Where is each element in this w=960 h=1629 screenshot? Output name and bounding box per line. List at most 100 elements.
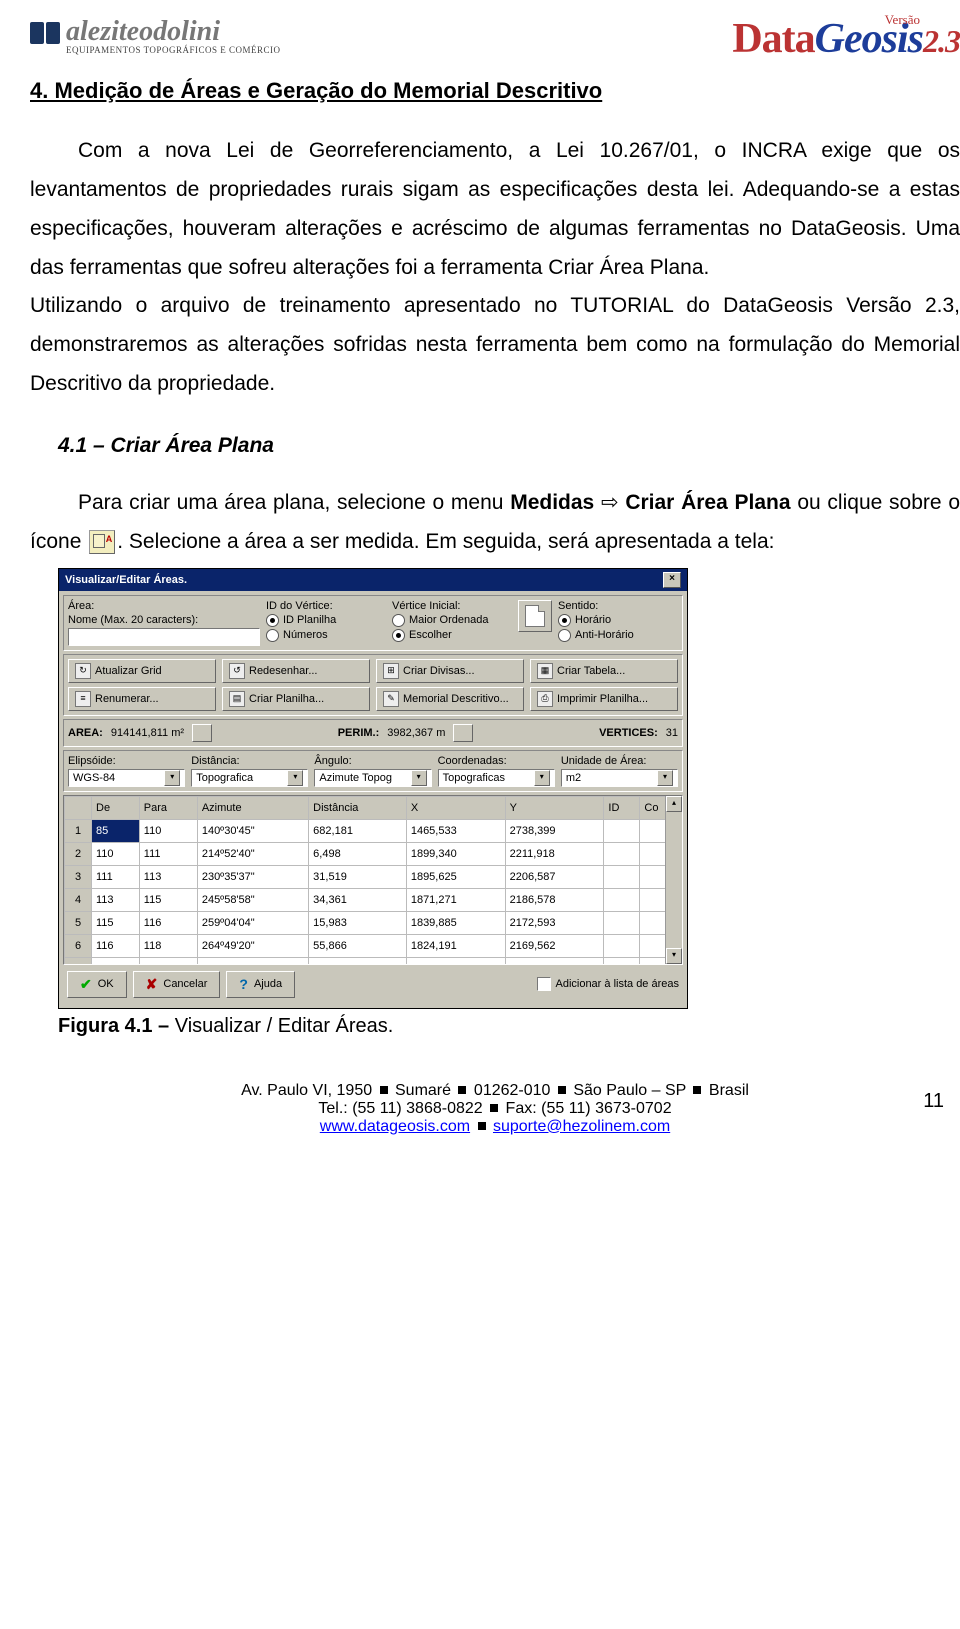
page-header: aleziteodolini EQUIPAMENTOS TOPOGRÁFICOS… — [30, 18, 960, 60]
col-header-azimute[interactable]: Azimute — [197, 796, 308, 819]
perim-stat-label: PERIM.: — [338, 727, 380, 739]
check-icon: ✔ — [80, 976, 92, 993]
vertices-stat-label: VERTICES: — [599, 727, 658, 739]
document-button[interactable] — [518, 600, 552, 632]
col-header-y[interactable]: Y — [505, 796, 604, 819]
chevron-down-icon: ▾ — [411, 770, 427, 786]
criar-planilha-button[interactable]: ▤Criar Planilha... — [222, 687, 370, 711]
paragraph-2: Utilizando o arquivo de treinamento apre… — [30, 287, 960, 404]
data-grid[interactable]: DeParaAzimuteDistânciaXYIDCo185110140º30… — [63, 795, 683, 965]
page-footer: Av. Paulo VI, 1950 Sumaré 01262-010 São … — [30, 1082, 960, 1136]
imprimir-button[interactable]: ⎙Imprimir Planilha... — [530, 687, 678, 711]
logo-icon — [30, 18, 60, 44]
radio-id-planilha[interactable]: ID Planilha — [266, 614, 386, 627]
area-stat-value: 914141,811 m² — [111, 727, 184, 739]
row-header[interactable] — [65, 796, 92, 819]
x-icon: ✘ — [146, 976, 158, 993]
copy-area-button[interactable] — [192, 724, 212, 742]
scroll-down-button[interactable]: ▾ — [666, 948, 682, 964]
radio-horario[interactable]: Horário — [558, 614, 678, 627]
table-row[interactable]: 185110140º30'45"682,1811465,5332738,399 — [65, 819, 682, 842]
area-label: Área: — [68, 600, 260, 612]
copy-perim-button[interactable] — [453, 724, 473, 742]
perim-stat-value: 3982,367 m — [387, 727, 445, 739]
coordenadas-label: Coordenadas: — [438, 755, 555, 767]
vertice-inicial-label: Vértice Inicial: — [392, 600, 512, 612]
checkbox-icon — [537, 977, 551, 991]
nome-input[interactable] — [68, 628, 260, 646]
chevron-down-icon: ▾ — [657, 770, 673, 786]
product-logo: Versão DataGeosis2.3 — [732, 18, 960, 60]
atualizar-grid-button[interactable]: ↻Atualizar Grid — [68, 659, 216, 683]
help-button[interactable]: ?Ajuda — [226, 971, 295, 998]
vertical-scrollbar[interactable]: ▴ ▾ — [665, 796, 682, 964]
page-number: 11 — [923, 1090, 944, 1113]
table-row[interactable]: 5115116259º04'04"15,9831839,8852172,593 — [65, 911, 682, 934]
renumerar-button[interactable]: ≡Renumerar... — [68, 687, 216, 711]
redraw-icon: ↺ — [229, 663, 245, 679]
memorial-icon: ✎ — [383, 691, 399, 707]
chevron-down-icon: ▾ — [164, 770, 180, 786]
print-icon: ⎙ — [537, 691, 553, 707]
version-label: Versão — [885, 12, 920, 28]
refresh-icon: ↻ — [75, 663, 91, 679]
paragraph-1: Com a nova Lei de Georreferenciamento, a… — [30, 132, 960, 287]
memorial-button[interactable]: ✎Memorial Descritivo... — [376, 687, 524, 711]
section-heading: 4. Medição de Áreas e Geração do Memoria… — [30, 78, 960, 104]
redesenhar-button[interactable]: ↺Redesenhar... — [222, 659, 370, 683]
angulo-select[interactable]: Azimute Topog▾ — [314, 769, 431, 787]
company-tagline: EQUIPAMENTOS TOPOGRÁFICOS E COMÉRCIO — [66, 46, 280, 55]
table-row[interactable]: 6116118264º49'20"55,8661824,1912169,562 — [65, 934, 682, 957]
renumerar-icon: ≡ — [75, 691, 91, 707]
company-logo: aleziteodolini EQUIPAMENTOS TOPOGRÁFICOS… — [30, 18, 280, 55]
col-header-id[interactable]: ID — [604, 796, 640, 819]
distancia-label: Distância: — [191, 755, 308, 767]
unidade-label: Unidade de Área: — [561, 755, 678, 767]
visualizar-editar-dialog: Visualizar/Editar Áreas. × Área: Nome (M… — [58, 568, 688, 1009]
table-row[interactable]: 3111113230º35'37"31,5191895,6252206,587 — [65, 865, 682, 888]
chevron-down-icon: ▾ — [287, 770, 303, 786]
col-header-para[interactable]: Para — [139, 796, 197, 819]
question-icon: ? — [239, 976, 248, 992]
table-row[interactable]: 4113115245º58'58"34,3611871,2712186,578 — [65, 888, 682, 911]
col-header-de[interactable]: De — [92, 796, 140, 819]
close-button[interactable]: × — [663, 572, 681, 588]
sentido-label: Sentido: — [558, 600, 678, 612]
criar-area-icon — [89, 530, 115, 554]
subsection-heading: 4.1 – Criar Área Plana — [58, 434, 960, 458]
figure-caption: Figura 4.1 – Visualizar / Editar Áreas. — [58, 1015, 960, 1038]
chevron-down-icon: ▾ — [534, 770, 550, 786]
id-vertice-label: ID do Vértice: — [266, 600, 386, 612]
dialog-titlebar: Visualizar/Editar Áreas. × — [59, 569, 687, 591]
col-header-distância[interactable]: Distância — [309, 796, 407, 819]
divisas-icon: ⊞ — [383, 663, 399, 679]
scroll-up-button[interactable]: ▴ — [666, 796, 682, 812]
angulo-label: Ângulo: — [314, 755, 431, 767]
col-header-x[interactable]: X — [406, 796, 505, 819]
paragraph-3: Para criar uma área plana, selecione o m… — [30, 484, 960, 562]
table-row[interactable]: 7118120259º54'28"22,6011768,5532164,520 — [65, 957, 682, 965]
radio-maior-ordenada[interactable]: Maior Ordenada — [392, 614, 512, 627]
table-row[interactable]: 2110111214º52'40"6,4981899,3402211,918 — [65, 842, 682, 865]
ok-button[interactable]: ✔OK — [67, 971, 127, 998]
elipsoide-label: Elipsóide: — [68, 755, 185, 767]
dialog-title: Visualizar/Editar Áreas. — [65, 574, 187, 586]
distancia-select[interactable]: Topografica▾ — [191, 769, 308, 787]
nome-label: Nome (Max. 20 caracters): — [68, 614, 260, 626]
cancel-button[interactable]: ✘Cancelar — [133, 971, 221, 998]
email-link[interactable]: suporte@hezolinem.com — [493, 1118, 670, 1135]
radio-numeros[interactable]: Números — [266, 629, 386, 642]
elipsoide-select[interactable]: WGS-84▾ — [68, 769, 185, 787]
criar-divisas-button[interactable]: ⊞Criar Divisas... — [376, 659, 524, 683]
coordenadas-select[interactable]: Topograficas▾ — [438, 769, 555, 787]
tabela-icon: ▦ — [537, 663, 553, 679]
vertices-stat-value: 31 — [666, 727, 678, 739]
radio-escolher[interactable]: Escolher — [392, 629, 512, 642]
radio-anti-horario[interactable]: Anti-Horário — [558, 629, 678, 642]
company-name: aleziteodolini — [66, 18, 280, 46]
website-link[interactable]: www.datageosis.com — [320, 1118, 470, 1135]
unidade-select[interactable]: m2▾ — [561, 769, 678, 787]
add-to-list-checkbox[interactable]: Adicionar à lista de áreas — [537, 977, 679, 991]
area-stat-label: AREA: — [68, 727, 103, 739]
criar-tabela-button[interactable]: ▦Criar Tabela... — [530, 659, 678, 683]
